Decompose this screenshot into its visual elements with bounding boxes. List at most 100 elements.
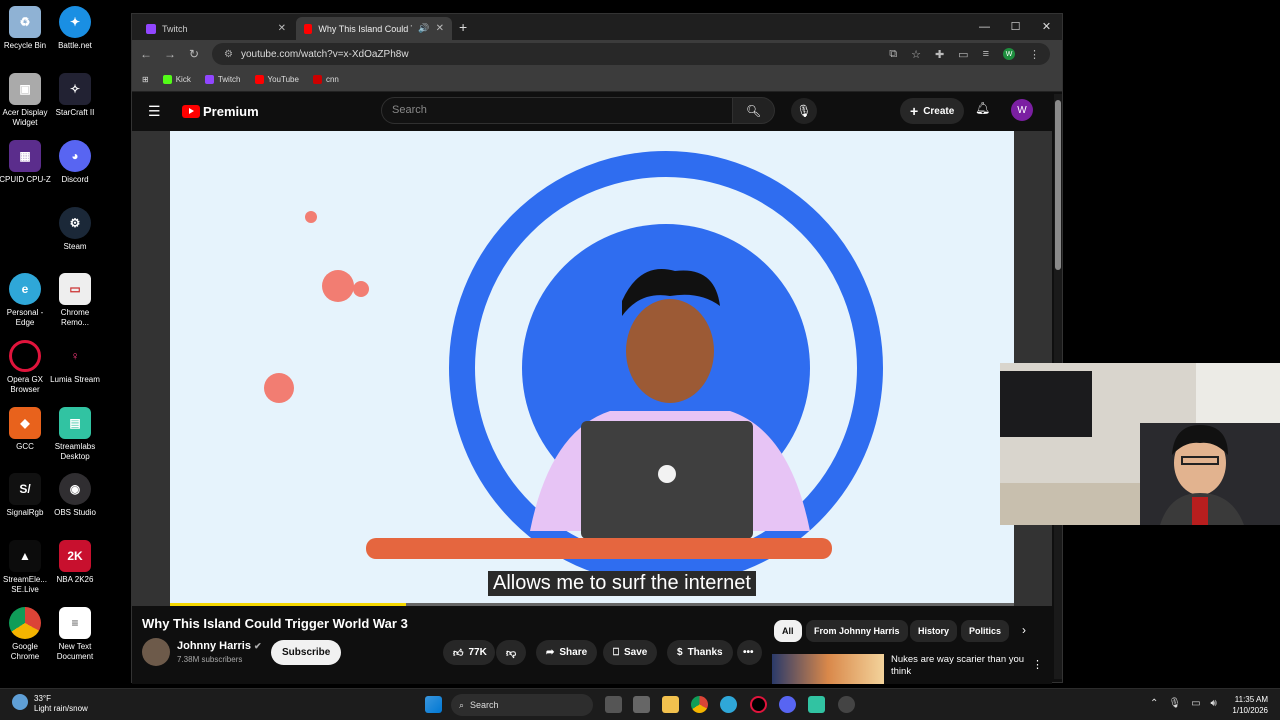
widgets-icon[interactable] [633, 696, 650, 713]
chrome-taskbar-icon[interactable] [691, 696, 708, 713]
close-tab-icon[interactable]: ✕ [278, 23, 286, 34]
search-icon: 🔍︎ [745, 103, 762, 118]
desktop-icon-edge[interactable]: e Personal - Edge [0, 273, 52, 328]
desktop-icon-text-document[interactable]: ≡ New Text Document [48, 607, 102, 662]
recommended-title[interactable]: Nukes are way scarier than you think [891, 654, 1026, 678]
search-input[interactable]: Search [381, 97, 733, 124]
extensions-icon[interactable]: ✚ [935, 48, 944, 61]
back-icon[interactable]: ← [134, 47, 158, 61]
youtube-logo[interactable]: Premium [182, 104, 259, 119]
chip-politics[interactable]: Politics [961, 620, 1009, 642]
hamburger-menu-icon[interactable]: ☰ [148, 103, 166, 120]
chip-from-channel[interactable]: From Johnny Harris [806, 620, 908, 642]
bookmark-star-icon[interactable]: ☆ [911, 48, 921, 61]
discord-taskbar-icon[interactable] [779, 696, 796, 713]
opera-gx-icon [9, 340, 41, 372]
voice-search-button[interactable]: 🎙︎ [791, 98, 817, 124]
desktop-icon-chrome[interactable]: Google Chrome [0, 607, 52, 662]
volume-icon[interactable]: 🔊︎ [1211, 698, 1217, 709]
dislike-button[interactable]: 👎︎ [496, 640, 526, 665]
file-explorer-icon[interactable] [662, 696, 679, 713]
tab-twitch[interactable]: Twitch ✕ [138, 17, 294, 40]
browser-menu-icon[interactable]: ⋮ [1029, 48, 1040, 61]
chip-all[interactable]: All [774, 620, 802, 642]
recommended-thumbnail[interactable] [772, 654, 884, 684]
recommended-menu-icon[interactable]: ⋮ [1032, 658, 1043, 671]
chip-history[interactable]: History [910, 620, 958, 642]
side-panel-icon[interactable]: ▭ [958, 48, 968, 61]
bookmark-twitch[interactable]: Twitch [204, 75, 241, 84]
bookmark-kick[interactable]: Kick [162, 75, 191, 84]
desktop-icon-lumia[interactable]: ♀ Lumia Stream [48, 340, 102, 385]
desktop-icon-acer-display-widget[interactable]: ▣ Acer Display Widget [0, 73, 52, 128]
maximize-icon[interactable]: ☐ [1000, 14, 1031, 40]
create-button[interactable]: + Create [900, 98, 965, 124]
bookmark-cnn[interactable]: cnn [312, 75, 339, 84]
thumbs-down-icon: 👎︎ [506, 647, 517, 659]
subscribe-button[interactable]: Subscribe [271, 640, 342, 665]
profile-avatar[interactable]: W [1003, 48, 1015, 60]
desktop-icon-steam[interactable]: ⚙ Steam [48, 207, 102, 252]
share-button[interactable]: ➦ Share [536, 640, 598, 665]
desktop-icon-streamlabs[interactable]: ▤ Streamlabs Desktop [48, 407, 102, 462]
search-button[interactable]: 🔍︎ [733, 97, 775, 124]
reading-list-icon[interactable]: ≡ [983, 48, 989, 60]
app-taskbar-icon[interactable] [838, 696, 855, 713]
taskbar-clock[interactable]: 11:35 AM 1/10/2026 [1232, 694, 1268, 716]
task-view-icon[interactable] [605, 696, 622, 713]
minimize-icon[interactable]: — [969, 14, 1000, 40]
channel-avatar[interactable] [142, 638, 170, 666]
close-window-icon[interactable]: ✕ [1031, 14, 1062, 40]
desktop-icon-discord[interactable]: ◕ Discord [48, 140, 102, 185]
like-button[interactable]: 👍︎ 77K [443, 640, 495, 665]
streamlabs-taskbar-icon[interactable] [808, 696, 825, 713]
desktop-icon-nba2k[interactable]: 2K NBA 2K26 [48, 540, 102, 585]
desktop-icon-signalrgb[interactable]: S/SignalRgb [0, 473, 52, 518]
chrome-remote-icon: ▭ [59, 273, 91, 305]
scrollbar-thumb[interactable] [1055, 100, 1061, 270]
desktop-icon-battlenet[interactable]: ✦ Battle.net [48, 6, 102, 51]
desktop-icon-starcraft[interactable]: ✧ StarCraft II [48, 73, 102, 118]
forward-icon[interactable]: → [158, 47, 182, 61]
video-player[interactable]: Allows me to surf the internet [132, 131, 1052, 606]
taskbar-search[interactable]: ⌕ Search [451, 694, 593, 716]
desktop-icon-opera-gx[interactable]: Opera GX Browser [0, 340, 52, 395]
browser-window: Twitch ✕ Why This Island Could Trigg 🔊 ✕… [131, 13, 1063, 684]
virus-hexagon-icon [305, 211, 317, 223]
desktop-icon-obs[interactable]: ◉ OBS Studio [48, 473, 102, 518]
steam-icon: ⚙ [59, 207, 91, 239]
thanks-button[interactable]: $ Thanks [667, 640, 733, 665]
tray-expand-icon[interactable]: ⌃ [1150, 698, 1158, 709]
reload-icon[interactable]: ↻ [182, 47, 206, 61]
channel-name[interactable]: Johnny Harris ✔ [177, 640, 262, 652]
mic-tray-icon[interactable]: 🎙︎ [1168, 698, 1181, 709]
desktop-icon-chrome-remote[interactable]: ▭ Chrome Remo... [48, 273, 102, 328]
desktop-icon-recycle-bin[interactable]: ♻ Recycle Bin [0, 6, 52, 51]
cast-icon[interactable]: ⧉ [889, 48, 897, 61]
new-tab-button[interactable]: + [459, 19, 467, 35]
account-avatar[interactable]: W [1011, 99, 1033, 121]
desktop-icon-gcc[interactable]: ◆ GCC [0, 407, 52, 452]
notifications-bell-icon[interactable]: 🔔︎ [975, 101, 990, 115]
site-info-icon[interactable]: ⚙ [224, 49, 233, 60]
display-tray-icon[interactable]: ▭ [1191, 698, 1200, 709]
edge-taskbar-icon[interactable] [720, 696, 737, 713]
video-frame[interactable]: Allows me to surf the internet [170, 131, 1014, 606]
webcam-overlay [1000, 363, 1280, 525]
bookmarks-bar: ⊞ Kick Twitch YouTube cnn [132, 68, 1062, 92]
chevron-right-icon[interactable]: › [1022, 623, 1026, 637]
apps-grid-icon[interactable]: ⊞ [142, 75, 149, 84]
bookmark-youtube[interactable]: YouTube [254, 75, 299, 84]
opera-taskbar-icon[interactable] [750, 696, 767, 713]
weather-widget[interactable]: 33°F Light rain/snow [12, 694, 88, 714]
more-actions-button[interactable]: ••• [737, 640, 762, 665]
desktop-icon-streamelements[interactable]: ▲ StreamEle... SE.Live [0, 540, 52, 595]
tab-youtube[interactable]: Why This Island Could Trigg 🔊 ✕ [296, 17, 452, 40]
windows-start-icon[interactable] [425, 696, 442, 713]
chrome-icon [9, 607, 41, 639]
desktop-icon-cpuz[interactable]: ▦ CPUID CPU-Z [0, 140, 52, 185]
save-button[interactable]: ⎕ Save [603, 640, 658, 665]
url-field[interactable]: ⚙ youtube.com/watch?v=x-XdOaZPh8w ⧉ ☆ ✚ … [212, 43, 1050, 65]
close-tab-icon[interactable]: ✕ [436, 23, 444, 34]
speaker-icon[interactable]: 🔊 [418, 23, 429, 34]
